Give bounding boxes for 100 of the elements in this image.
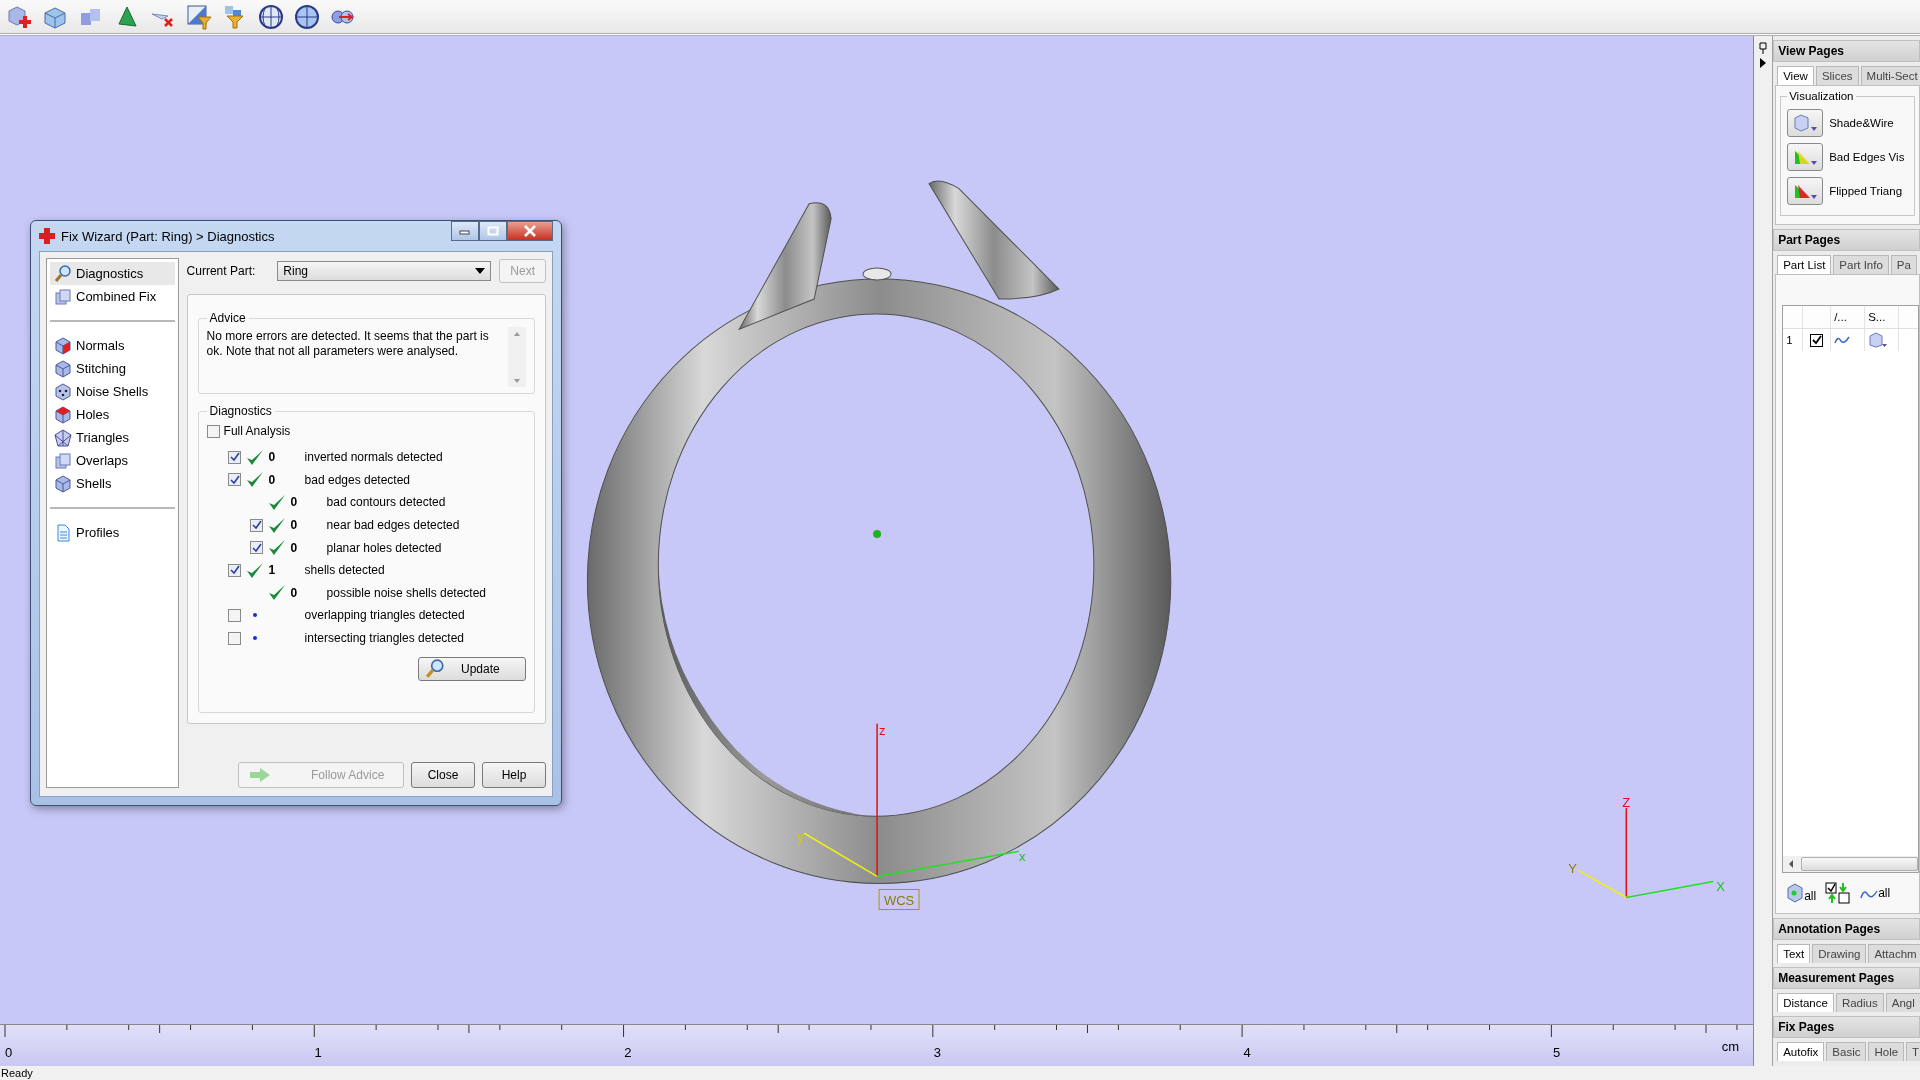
y-axis-label: y [797,829,804,845]
tab[interactable]: Text [1777,944,1811,963]
vertical-scrollbar[interactable] [508,327,526,387]
part-checkbox[interactable] [1810,333,1824,347]
minimize-button[interactable] [451,221,479,241]
nav-item[interactable]: Triangles [50,426,175,449]
nav-item[interactable]: Profiles [50,521,175,544]
wave-icon [1834,335,1851,345]
y-axis-label: Y [1568,861,1577,877]
section-header[interactable]: Annotation Pages [1773,918,1920,940]
z-axis-label: z [879,722,886,738]
pin-icon[interactable] [1758,42,1769,54]
dialog-button[interactable]: Close [411,762,475,788]
full-analysis-checkbox[interactable] [206,424,220,438]
cube-icon [54,405,72,424]
count-value: 0 [268,450,276,465]
tab[interactable]: Pa [1890,255,1917,274]
document-icon [54,523,72,542]
diagnostic-checkbox[interactable] [228,631,242,645]
maximize-button[interactable] [479,221,507,241]
dialog-button[interactable]: Help [482,762,546,788]
diagnostic-label: bad edges detected [304,472,411,487]
cubes-icon [54,287,72,306]
close-icon [523,225,537,237]
3d-viewport[interactable] [0,36,1754,1024]
tab[interactable]: Hole [1868,1042,1905,1061]
diagnostic-label: possible noise shells detected [326,585,487,600]
tab[interactable]: Slices [1815,66,1859,85]
shading-mode-button[interactable] [1787,109,1824,137]
update-button[interactable]: Update [418,657,526,682]
polyhedron-icon [54,428,72,447]
tab[interactable]: View [1777,66,1814,85]
dice-icon [54,382,72,401]
diagnostic-label: inverted normals detected [304,450,443,465]
pivot-point-icon [873,530,882,539]
tab[interactable]: Part List [1777,255,1832,274]
ruler-label: 0 [5,1045,13,1060]
cube-icon [1792,113,1819,133]
diagnostic-label: overlapping triangles detected [304,608,465,623]
toggle-selection-icon[interactable] [1824,881,1853,905]
nav-item[interactable]: Stitching [50,357,175,380]
count-value: 0 [290,585,298,600]
wcs-label: WCS [878,888,920,911]
column-header[interactable]: S... [1865,306,1900,328]
tab[interactable]: Distance [1777,993,1834,1012]
visualization-button[interactable] [1787,177,1824,205]
count-value: 1 [268,563,276,578]
visualization-button[interactable] [1787,143,1824,171]
section-header[interactable]: Part Pages [1773,229,1920,251]
nav-item[interactable]: Noise Shells [50,380,175,403]
visualization-label: Bad Edges Vis [1829,151,1905,163]
diagnostic-checkbox[interactable] [228,473,242,487]
count-value: 0 [268,472,276,487]
x-axis-label: X [1716,879,1725,895]
tab[interactable]: Part Info [1833,255,1889,274]
section-header[interactable]: View Pages [1773,40,1920,62]
cube-icon[interactable] [1786,883,1805,903]
section-header[interactable]: Measurement Pages [1773,967,1920,989]
ruler-label: 4 [1243,1045,1251,1060]
caret-icon [475,268,486,274]
count-value: 0 [290,518,298,533]
close-button[interactable] [507,221,553,241]
current-part-dropdown[interactable]: Ring [277,261,492,281]
cubes-icon [54,451,72,470]
nav-item[interactable]: Shells [50,472,175,495]
nav-item[interactable]: Holes [50,403,175,426]
current-part-label: Current Part: [186,264,256,278]
diagnostic-label: bad contours detected [326,495,446,510]
cross-icon [39,228,55,244]
tab[interactable]: Radius [1835,993,1884,1012]
diagnostic-checkbox[interactable] [250,518,264,532]
diagnostic-checkbox[interactable] [250,541,264,555]
tab[interactable]: Multi-Sect [1860,66,1920,85]
nav-item[interactable]: Diagnostics [50,262,175,285]
expand-arrow-icon[interactable] [1759,58,1768,68]
tab[interactable]: Basic [1826,1042,1867,1061]
search-icon [54,264,72,283]
diagnostic-checkbox[interactable] [228,450,242,464]
tab[interactable]: T [1906,1042,1920,1061]
section-header[interactable]: Fix Pages [1773,1016,1920,1038]
tab[interactable]: Autofix [1777,1042,1825,1061]
wave-icon[interactable] [1860,888,1879,900]
scroll-thumb[interactable] [1801,857,1918,871]
nav-item[interactable]: Combined Fix [50,285,175,308]
count-value: 0 [290,495,298,510]
tab[interactable]: Drawing [1812,944,1867,963]
advice-text: No more errors are detected. It seems that the part is ok. Note that not all parameters were analysed. [206,329,490,360]
ruler-unit: cm [1721,1039,1740,1054]
column-header[interactable]: /... [1831,306,1866,328]
diagnostic-checkbox[interactable] [228,563,242,577]
diagnostic-label: shells detected [304,563,385,578]
nav-item[interactable]: Normals [50,334,175,357]
tab[interactable]: Angl [1885,993,1920,1012]
tab[interactable]: Attachm [1868,944,1920,963]
x-axis-label: x [1018,849,1026,865]
diagnostic-checkbox[interactable] [228,608,242,622]
nav-item[interactable]: Overlaps [50,449,175,472]
cube-icon [54,474,72,493]
cube-icon[interactable] [1868,332,1889,348]
horizontal-scrollbar[interactable] [1783,856,1918,872]
